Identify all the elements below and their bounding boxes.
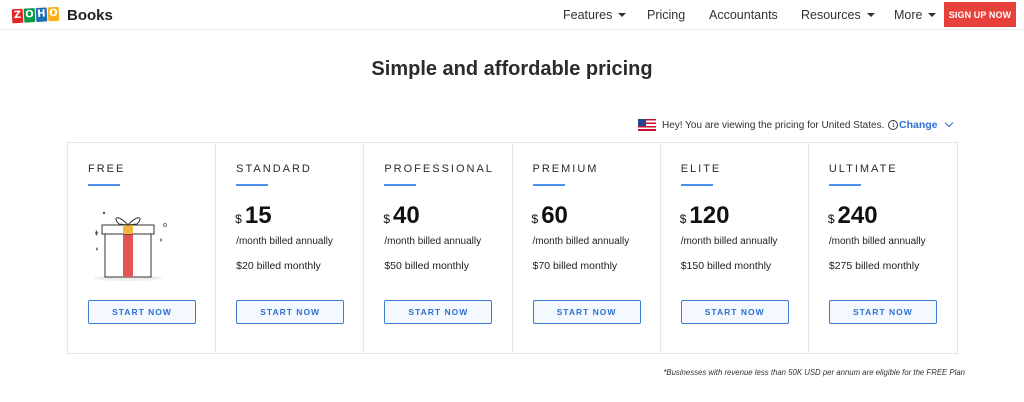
plan-price: $ 120 xyxy=(680,202,730,230)
price-amount: 240 xyxy=(837,202,878,229)
logo-letter: H xyxy=(35,7,48,22)
billing-annual-text: /month billed annually xyxy=(828,236,926,247)
nav-features[interactable]: Features xyxy=(563,0,627,30)
billing-monthly-text: $20 billed monthly xyxy=(236,260,321,272)
plan-name: FREE xyxy=(88,163,126,175)
billing-annual-text: /month billed annually xyxy=(532,236,630,247)
plan-name: ULTIMATE xyxy=(828,163,898,175)
plan-premium: PREMIUM $ 60 /month billed annually $70 … xyxy=(513,143,661,353)
plan-ultimate: ULTIMATE $ 240 /month billed annually $2… xyxy=(809,143,957,353)
plan-name: PROFESSIONAL xyxy=(384,163,494,175)
plan-name: ELITE xyxy=(680,163,722,175)
nav-accountants[interactable]: Accountants xyxy=(709,0,778,30)
region-notice: Hey! You are viewing the pricing for Uni… xyxy=(638,116,899,134)
free-plan-footnote: *Businesses with revenue less than 50K U… xyxy=(663,368,965,377)
currency-symbol: $ xyxy=(531,212,539,226)
gift-box-icon xyxy=(94,211,167,281)
start-now-button[interactable]: START NOW xyxy=(828,300,937,324)
start-now-button[interactable]: START NOW xyxy=(532,300,641,324)
sign-up-now-button[interactable]: SIGN UP NOW xyxy=(944,2,1016,27)
plan-price: $ 60 xyxy=(532,202,568,230)
billing-monthly-text: $150 billed monthly xyxy=(680,260,772,272)
plan-name-underline xyxy=(532,184,565,186)
billing-monthly-text: $70 billed monthly xyxy=(532,260,618,272)
billing-annual-text: /month billed annually xyxy=(680,236,778,247)
plan-name-underline xyxy=(680,184,713,186)
nav-pricing[interactable]: Pricing xyxy=(647,0,685,30)
plan-name-underline xyxy=(88,184,120,186)
plan-standard: STANDARD $ 15 /month billed annually $20… xyxy=(216,143,365,353)
plan-professional: PROFESSIONAL $ 40 /month billed annually… xyxy=(364,143,513,353)
plan-price: $ 40 xyxy=(383,202,419,230)
page-title: Simple and affordable pricing xyxy=(371,58,653,80)
price-amount: 120 xyxy=(689,202,730,229)
caret-down-icon xyxy=(928,13,937,17)
caret-down-icon xyxy=(618,13,627,17)
nav-label: Accountants xyxy=(709,8,778,22)
top-navigation-bar: Z O H O Books Features Pricing Accountan… xyxy=(0,0,1024,30)
plan-elite: ELITE $ 120 /month billed annually $150 … xyxy=(661,143,809,353)
nav-label: Resources xyxy=(801,8,861,22)
currency-symbol: $ xyxy=(235,212,242,226)
start-now-button[interactable]: START NOW xyxy=(680,300,789,324)
currency-symbol: $ xyxy=(827,212,835,226)
plan-name-underline xyxy=(236,184,269,186)
info-icon[interactable]: i xyxy=(888,120,899,130)
billing-annual-text: /month billed annually xyxy=(384,236,482,247)
currency-symbol: $ xyxy=(383,212,391,226)
nav-more[interactable]: More xyxy=(894,0,937,30)
nav-resources[interactable]: Resources xyxy=(801,0,875,30)
plan-name-underline xyxy=(384,184,417,186)
caret-down-icon xyxy=(866,13,875,17)
billing-monthly-text: $50 billed monthly xyxy=(384,260,469,272)
logo-letter: Z xyxy=(11,8,24,24)
logo-letter: O xyxy=(47,6,60,22)
chevron-down-icon xyxy=(944,118,953,128)
zoho-logo-icon: Z O H O xyxy=(11,6,61,24)
plan-name: PREMIUM xyxy=(532,163,599,175)
plan-name: STANDARD xyxy=(236,163,312,175)
logo-text: Books xyxy=(67,6,113,24)
plan-free: FREE START NOW xyxy=(68,143,217,353)
change-label: Change xyxy=(899,119,938,131)
billing-monthly-text: $275 billed monthly xyxy=(828,260,920,272)
plan-name-underline xyxy=(828,184,861,186)
start-now-button[interactable]: START NOW xyxy=(236,300,345,324)
change-region-link[interactable]: Change xyxy=(899,116,953,134)
start-now-button[interactable]: START NOW xyxy=(88,300,196,324)
us-flag-icon xyxy=(638,119,656,131)
currency-symbol: $ xyxy=(679,212,687,226)
nav-label: Features xyxy=(563,8,613,22)
billing-annual-text: /month billed annually xyxy=(236,236,333,247)
logo-letter: O xyxy=(23,8,36,23)
plan-price: $ 240 xyxy=(828,202,878,230)
zoho-books-logo[interactable]: Z O H O Books xyxy=(11,4,113,26)
nav-label: Pricing xyxy=(647,8,686,22)
pricing-plans: FREE START NOW STANDARD $ 15 /month bill… xyxy=(67,142,958,354)
plan-price: $ 15 xyxy=(235,202,271,230)
region-text: Hey! You are viewing the pricing for Uni… xyxy=(662,119,885,131)
price-amount: 60 xyxy=(541,202,568,229)
start-now-button[interactable]: START NOW xyxy=(384,300,493,324)
price-amount: 15 xyxy=(244,202,272,229)
nav-label: More xyxy=(894,8,923,22)
price-amount: 40 xyxy=(393,202,420,229)
